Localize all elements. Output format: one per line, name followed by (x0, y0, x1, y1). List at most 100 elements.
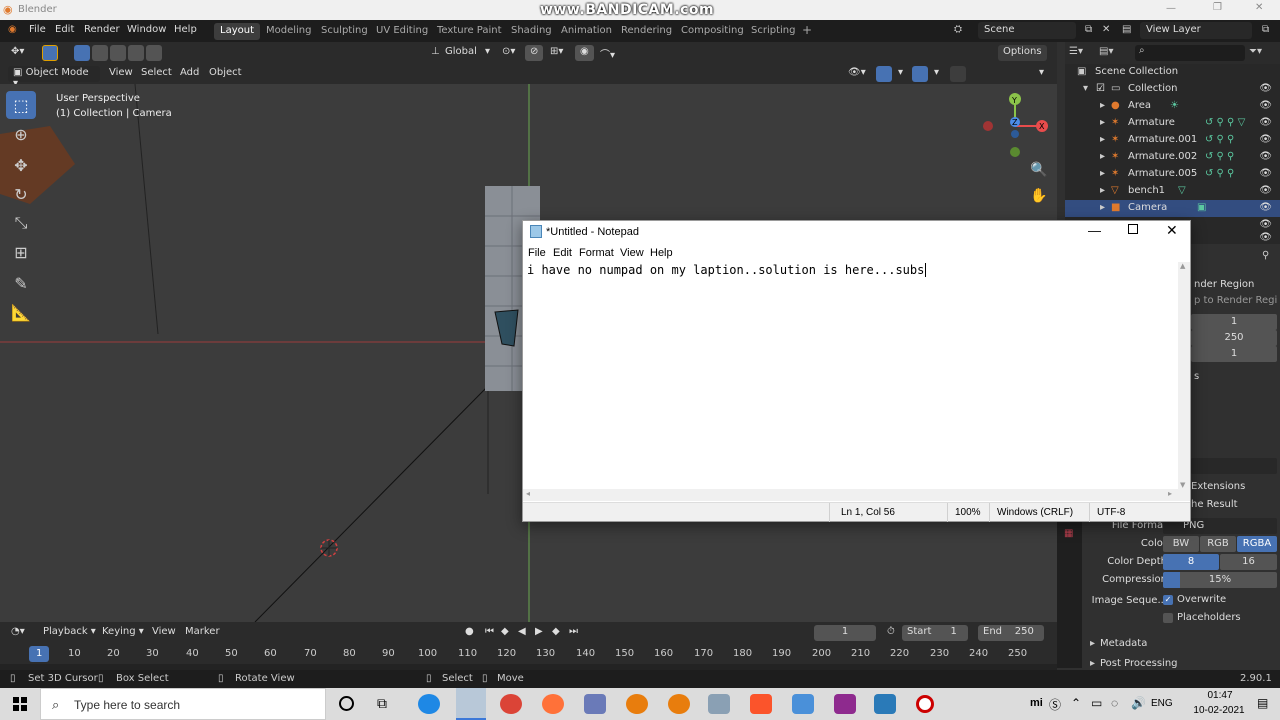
tab-compositing[interactable]: Compositing (675, 23, 750, 40)
jump-end-icon[interactable]: ⏭ (564, 625, 583, 641)
tab-sculpting[interactable]: Sculpting (315, 23, 374, 40)
add-workspace-button[interactable]: + (796, 23, 818, 40)
color-rgb-option[interactable]: RGB (1200, 536, 1236, 552)
tab-uv-editing[interactable]: UV Editing (370, 23, 434, 40)
app-icon[interactable] (584, 694, 606, 714)
outliner-row[interactable]: ▸ ● Area ☀ 👁 (1065, 98, 1280, 115)
tray-up-arrow-icon[interactable]: ⌃ (1071, 696, 1081, 710)
close-icon[interactable]: ✕ (1166, 222, 1178, 239)
eye-icon[interactable]: 👁 (1259, 168, 1272, 179)
mode-selector[interactable]: ▣ Object Mode ▾ (8, 66, 100, 89)
keying-menu[interactable]: Keying ▾ (97, 625, 149, 641)
outliner-row-selected[interactable]: ▸ ■ Camera ▣ 👁 (1065, 200, 1280, 217)
visibility-icon[interactable]: 👁▾ (843, 66, 871, 82)
color-rgba-option[interactable]: RGBA (1237, 536, 1277, 552)
eye-icon[interactable]: 👁 (1259, 100, 1272, 111)
tab-scripting[interactable]: Scripting (745, 23, 801, 40)
metadata-panel-header[interactable]: Metadata (1100, 638, 1147, 649)
remove-scene-icon[interactable]: ✕ (1102, 24, 1110, 35)
tab-texture-paint[interactable]: Texture Paint (431, 23, 508, 40)
post-processing-panel-header[interactable]: Post Processing (1100, 658, 1178, 669)
eye-icon[interactable]: 👁 (1259, 134, 1272, 145)
file-explorer-icon[interactable] (792, 694, 814, 714)
clock-time[interactable]: 01:47 (1195, 690, 1245, 701)
network-icon[interactable]: ◌ (1111, 696, 1118, 710)
transform-tool-icon[interactable]: ⊞ (6, 238, 36, 266)
menu-select[interactable]: Select (136, 66, 177, 82)
annotate-tool-icon[interactable]: ✎ (6, 269, 36, 297)
chevron-down-icon[interactable]: ▾ (929, 66, 944, 82)
view-layer-add-icon[interactable]: ⧉ (1262, 24, 1269, 35)
photos-icon[interactable] (874, 694, 896, 714)
tab-modeling[interactable]: Modeling (260, 23, 318, 40)
task-view-icon[interactable]: ⧉ (377, 695, 387, 712)
language-indicator[interactable]: ENG (1151, 698, 1173, 709)
color-depth-16-option[interactable]: 16 (1220, 554, 1277, 570)
outliner-row[interactable]: ▸ ✶ Armature.005 ↺ ⚲ ⚲ 👁 (1065, 166, 1280, 183)
copy-scene-icon[interactable]: ⧉ (1085, 24, 1092, 35)
eye-icon[interactable]: 👁 (1259, 202, 1272, 213)
editor-type-icon[interactable]: ✥▾ (6, 45, 29, 61)
outliner-row[interactable]: ▣ Scene Collection (1065, 64, 1280, 81)
marker-menu[interactable]: Marker (180, 625, 225, 641)
menu-window[interactable]: Window (127, 24, 166, 35)
playback-menu[interactable]: Playback ▾ (38, 625, 101, 641)
view-layer-selector[interactable]: View Layer (1140, 22, 1252, 39)
minimize-icon[interactable]: — (1088, 223, 1101, 238)
select-box-tool-icon[interactable] (42, 45, 58, 61)
tab-shading[interactable]: Shading (505, 23, 558, 40)
bandicam-record-icon[interactable] (916, 695, 934, 713)
select-mode-difference-icon[interactable] (128, 45, 144, 61)
tab-animation[interactable]: Animation (555, 23, 618, 40)
outliner-row[interactable]: ▸ ✶ Armature ↺ ⚲ ⚲ ▽ 👁 (1065, 115, 1280, 132)
move-tool-icon[interactable]: ✥ (6, 151, 36, 179)
prev-keyframe-icon[interactable]: ◆ (496, 625, 514, 641)
chrome-icon[interactable] (500, 694, 522, 714)
texture-tab-icon[interactable]: ▦ (1064, 528, 1073, 539)
eye-icon[interactable]: 👁 (1259, 185, 1272, 196)
volume-icon[interactable]: 🔊 (1131, 696, 1146, 710)
menu-add[interactable]: Add (175, 66, 204, 82)
notepad-title-bar[interactable]: *Untitled - Notepad — ✕ (523, 221, 1190, 243)
zoom-icon[interactable]: 🔍 (1030, 162, 1047, 178)
expand-arrow-icon[interactable]: ▾ (1083, 83, 1088, 94)
menu-edit[interactable]: Edit (55, 24, 74, 35)
compression-slider[interactable]: 15% (1163, 572, 1277, 588)
menu-object[interactable]: Object (204, 66, 247, 82)
placeholders-checkbox[interactable] (1163, 613, 1173, 623)
start-button[interactable] (0, 688, 40, 720)
tray-app-icon[interactable]: Ⓢ (1049, 696, 1061, 713)
notepad-menu-format[interactable]: Format (579, 247, 614, 259)
select-mode-extend-icon[interactable] (92, 45, 108, 61)
proportional-falloff-icon[interactable]: ⌒▾ (595, 45, 620, 61)
menu-help[interactable]: Help (174, 24, 197, 35)
select-mode-new-icon[interactable] (74, 45, 90, 61)
color-bw-option[interactable]: BW (1163, 536, 1199, 552)
clock-date[interactable]: 10-02-2021 (1184, 705, 1254, 716)
filter-icon[interactable]: ⏷▾ (1249, 46, 1262, 57)
chevron-right-icon[interactable]: ▸ (1090, 638, 1095, 649)
pan-hand-icon[interactable]: ✋ (1030, 188, 1047, 204)
outliner-row[interactable]: ▸ ▽ bench1 ▽ 👁 (1065, 183, 1280, 200)
select-tool-icon[interactable]: ⬚ (6, 91, 36, 119)
menu-file[interactable]: File (29, 24, 46, 35)
maximize-icon[interactable] (1128, 224, 1138, 234)
notepad-window[interactable]: *Untitled - Notepad — ✕ File Edit Format… (522, 220, 1191, 522)
outliner-row[interactable]: ▸ ✶ Armature.001 ↺ ⚲ ⚲ 👁 (1065, 132, 1280, 149)
chevron-down-icon[interactable]: ▾ (893, 66, 908, 82)
xray-icon[interactable] (950, 66, 966, 82)
transform-orientation-selector[interactable]: Global (440, 45, 482, 61)
start-frame-field[interactable]: Start 1 (902, 625, 968, 641)
chevron-down-icon[interactable]: ▾ (1034, 66, 1049, 82)
eye-icon[interactable]: 👁 (1259, 117, 1272, 128)
chevron-right-icon[interactable]: ▸ (1090, 658, 1095, 669)
pin-icon[interactable]: ⚲ (1262, 250, 1269, 261)
eye-icon[interactable]: 👁 (1259, 232, 1272, 243)
expand-arrow-icon[interactable]: ▸ (1100, 168, 1105, 179)
expand-arrow-icon[interactable]: ▸ (1100, 185, 1105, 196)
outliner-search-input[interactable]: ⌕ (1135, 45, 1245, 61)
tab-layout[interactable]: Layout (214, 23, 260, 40)
display-mode-icon[interactable]: ▤▾ (1099, 46, 1113, 57)
tab-rendering[interactable]: Rendering (615, 23, 678, 40)
expand-arrow-icon[interactable]: ▸ (1100, 134, 1105, 145)
